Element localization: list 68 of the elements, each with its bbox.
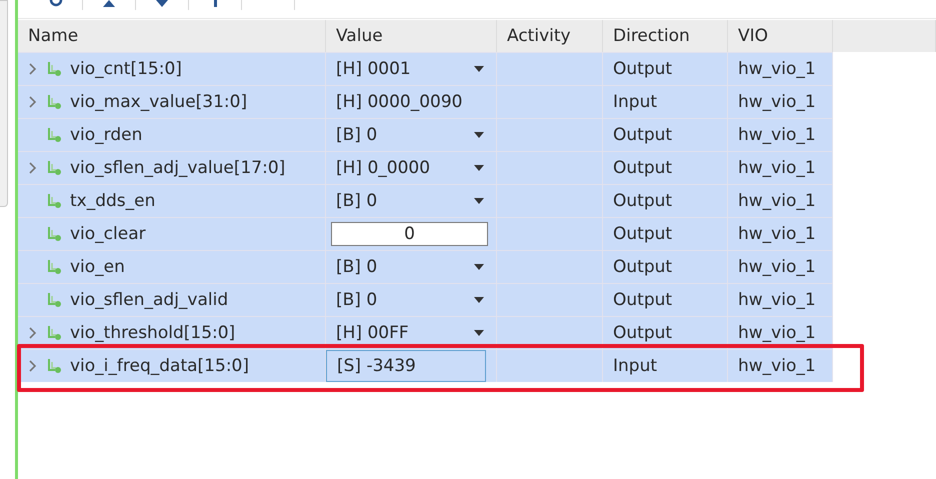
vio-cell: hw_vio_1: [728, 151, 833, 184]
column-header[interactable]: Value: [326, 20, 497, 52]
signal-icon: [46, 127, 62, 143]
chevron-icon[interactable]: [28, 62, 38, 76]
signal-icon: [46, 193, 62, 209]
value-field[interactable]: [S] -3439: [326, 350, 486, 382]
value-dropdown[interactable]: [B] 0: [336, 191, 484, 211]
vio-cell: hw_vio_1: [728, 349, 833, 382]
value-input-field[interactable]: 0: [331, 222, 488, 246]
value-dropdown[interactable]: [H] 0_0000: [336, 158, 484, 178]
vio-cell: hw_vio_1: [728, 283, 833, 316]
direction-cell: Output: [603, 250, 728, 283]
vio-cell: hw_vio_1: [728, 250, 833, 283]
column-header[interactable]: VIO: [728, 20, 833, 52]
value-dropdown[interactable]: [B] 0: [336, 125, 484, 145]
signal-name: vio_threshold[15:0]: [70, 323, 236, 343]
vio-cell: hw_vio_1: [728, 118, 833, 151]
value-dropdown[interactable]: [H] 0001: [336, 59, 484, 79]
signal-icon: [46, 226, 62, 242]
direction-cell: Output: [603, 118, 728, 151]
chevron-icon[interactable]: [28, 326, 38, 340]
toolbar-icon[interactable]: [154, 0, 170, 8]
caret-icon[interactable]: [474, 165, 484, 171]
chevron-icon[interactable]: [28, 161, 38, 175]
vio-cell: hw_vio_1: [728, 85, 833, 118]
signal-icon: [46, 325, 62, 341]
signal-name: tx_dds_en: [70, 191, 156, 211]
vio-cell: hw_vio_1: [728, 217, 833, 250]
signal-icon: [46, 160, 62, 176]
direction-cell: Output: [603, 184, 728, 217]
signal-name: vio_sflen_adj_valid: [70, 290, 228, 310]
value-dropdown[interactable]: [H] 00FF: [336, 323, 484, 343]
signal-name: vio_i_freq_data[15:0]: [70, 356, 249, 376]
caret-icon[interactable]: [474, 297, 484, 303]
signal-icon: [46, 358, 62, 374]
vio-cell: hw_vio_1: [728, 52, 833, 85]
caret-icon[interactable]: [474, 330, 484, 336]
column-header[interactable]: Activity: [497, 20, 603, 52]
caret-icon[interactable]: [474, 66, 484, 72]
signal-icon: [46, 292, 62, 308]
direction-cell: Output: [603, 283, 728, 316]
signal-icon: [46, 61, 62, 77]
value-text: [H] 0000_0090: [336, 92, 462, 112]
toolbar-icon[interactable]: [101, 0, 117, 8]
chevron-icon[interactable]: [28, 359, 38, 373]
direction-cell: Output: [603, 151, 728, 184]
signal-icon: [46, 94, 62, 110]
direction-cell: Input: [603, 85, 728, 118]
signal-icon: [46, 259, 62, 275]
signal-name: vio_clear: [70, 224, 146, 244]
direction-cell: Output: [603, 52, 728, 85]
column-header[interactable]: Direction: [603, 20, 728, 52]
value-dropdown[interactable]: [B] 0: [336, 257, 484, 277]
column-header[interactable]: Name: [18, 20, 326, 52]
direction-cell: Input: [603, 349, 728, 382]
value-dropdown[interactable]: [B] 0: [336, 290, 484, 310]
chevron-icon[interactable]: [28, 95, 38, 109]
caret-icon[interactable]: [474, 264, 484, 270]
signal-name: vio_rden: [70, 125, 142, 145]
caret-icon[interactable]: [474, 198, 484, 204]
signal-name: vio_cnt[15:0]: [70, 59, 182, 79]
direction-cell: Output: [603, 217, 728, 250]
vio-cell: hw_vio_1: [728, 184, 833, 217]
caret-icon[interactable]: [474, 132, 484, 138]
signal-name: vio_max_value[31:0]: [70, 92, 248, 112]
signal-name: vio_en: [70, 257, 125, 277]
signal-name: vio_sflen_adj_value[17:0]: [70, 158, 286, 178]
toolbar-icon[interactable]: [48, 0, 64, 8]
